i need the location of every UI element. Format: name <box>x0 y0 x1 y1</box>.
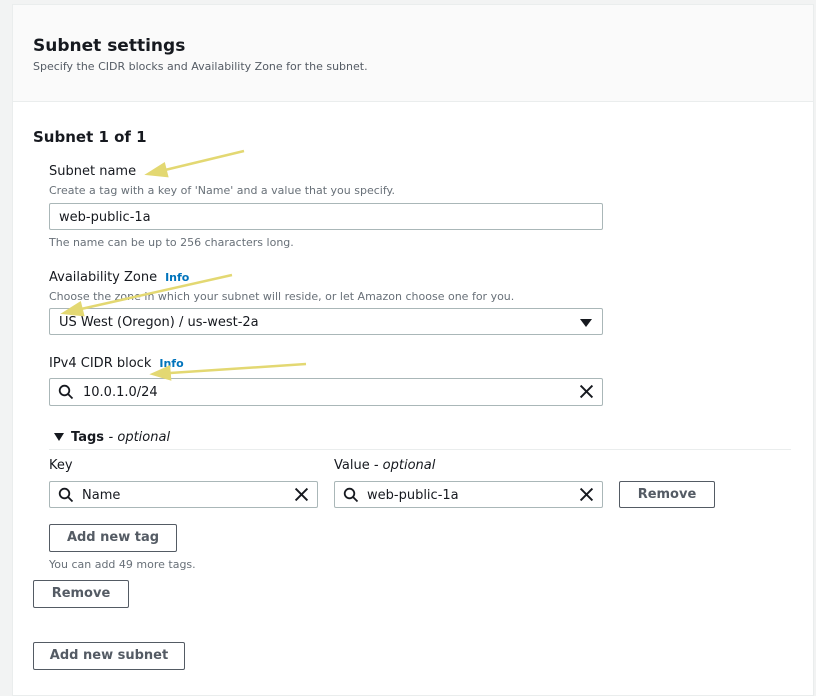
tag-key-value: Name <box>82 488 121 503</box>
search-icon <box>58 384 74 404</box>
ipv4-cidr-input[interactable]: 10.0.1.0/24 <box>49 378 603 406</box>
tag-value-value: web-public-1a <box>367 488 459 503</box>
ipv4-cidr-value: 10.0.1.0/24 <box>83 385 158 400</box>
subnet-settings-panel: Subnet settings Specify the CIDR blocks … <box>12 4 814 696</box>
tag-key-input[interactable]: Name <box>49 481 318 508</box>
add-new-tag-button[interactable]: Add new tag <box>49 524 177 552</box>
add-new-subnet-button[interactable]: Add new subnet <box>33 642 185 670</box>
ipv4-cidr-label-text: IPv4 CIDR block <box>49 356 152 371</box>
subnet-name-label: Subnet name <box>49 164 137 179</box>
remove-tag-button[interactable]: Remove <box>619 481 715 508</box>
section-description: Specify the CIDR blocks and Availability… <box>33 60 368 73</box>
tag-value-header-text: Value <box>334 458 370 473</box>
clear-icon[interactable] <box>294 487 309 506</box>
subnet-name-hint: The name can be up to 256 characters lon… <box>49 236 294 249</box>
search-icon <box>58 487 74 507</box>
tags-section-toggle[interactable]: Tags - optional <box>54 430 170 445</box>
clear-icon[interactable] <box>579 487 594 506</box>
availability-zone-select[interactable]: US West (Oregon) / us-west-2a <box>49 308 603 335</box>
remove-subnet-button[interactable]: Remove <box>33 580 129 608</box>
panel-header: Subnet settings Specify the CIDR blocks … <box>13 5 813 102</box>
caret-down-icon <box>580 319 592 327</box>
availability-zone-value: US West (Oregon) / us-west-2a <box>59 315 259 330</box>
tag-value-header: Value - optional <box>334 458 435 473</box>
search-icon <box>343 487 359 507</box>
tags-toggle-label: Tags <box>71 430 105 445</box>
availability-zone-label: Availability Zone Info <box>49 270 189 285</box>
subnet-name-value: web-public-1a <box>59 210 151 225</box>
availability-zone-label-text: Availability Zone <box>49 270 158 285</box>
tag-value-optional-label: - optional <box>373 458 436 473</box>
subnet-heading: Subnet 1 of 1 <box>33 128 147 146</box>
subnet-name-input[interactable]: web-public-1a <box>49 203 603 230</box>
tag-key-header: Key <box>49 458 73 473</box>
divider <box>49 449 791 450</box>
ipv4-cidr-info-link[interactable]: Info <box>159 357 183 370</box>
ipv4-cidr-label: IPv4 CIDR block Info <box>49 356 184 371</box>
subnet-name-description: Create a tag with a key of 'Name' and a … <box>49 184 395 197</box>
tags-remaining-hint: You can add 49 more tags. <box>49 558 196 571</box>
tags-optional-label: - optional <box>108 430 171 445</box>
caret-down-icon <box>54 432 64 441</box>
section-title: Subnet settings <box>33 36 186 56</box>
availability-zone-info-link[interactable]: Info <box>165 271 189 284</box>
tag-value-input[interactable]: web-public-1a <box>334 481 603 508</box>
availability-zone-description: Choose the zone in which your subnet wil… <box>49 290 515 303</box>
clear-icon[interactable] <box>579 384 594 403</box>
